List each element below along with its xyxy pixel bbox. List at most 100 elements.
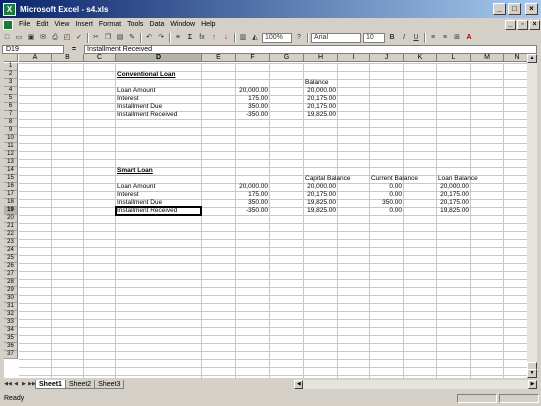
row-header-28[interactable]: 28 [4, 279, 18, 287]
bold-button[interactable]: B [387, 33, 397, 43]
column-header-k[interactable]: K [404, 54, 437, 62]
cell-d7[interactable]: Installment Received [116, 111, 202, 119]
scroll-down-icon[interactable]: ▼ [527, 369, 537, 378]
cell-j16[interactable]: 0.00 [370, 183, 404, 191]
tab-sheet1[interactable]: Sheet1 [35, 379, 66, 389]
align-left-icon[interactable]: ≡ [428, 33, 438, 43]
column-header-b[interactable]: B [52, 54, 84, 62]
doc-minimize-button[interactable]: _ [505, 19, 516, 30]
cell-l19[interactable]: 19,825.00 [437, 207, 471, 215]
menu-edit[interactable]: Edit [33, 21, 51, 28]
font-size-select[interactable]: 10 [363, 32, 385, 43]
row-header-9[interactable]: 9 [4, 127, 18, 135]
row-header-21[interactable]: 21 [4, 223, 18, 231]
cell-f6[interactable]: 350.00 [236, 103, 270, 111]
cell-h3[interactable]: Balance [304, 79, 372, 87]
cell-h17[interactable]: 20,175.00 [304, 191, 338, 199]
print-icon[interactable]: ⎙ [50, 33, 60, 43]
cell-f4[interactable]: 20,000.00 [236, 87, 270, 95]
column-header-m[interactable]: M [471, 54, 504, 62]
cell-d6[interactable]: Installment Due [116, 103, 202, 111]
cell-l16[interactable]: 20,000.00 [437, 183, 471, 191]
row-header-15[interactable]: 15 [4, 175, 18, 183]
redo-icon[interactable]: ↷ [156, 33, 166, 43]
row-header-2[interactable]: 2 [4, 71, 18, 79]
cell-h18[interactable]: 19,825.00 [304, 199, 338, 207]
save-icon[interactable]: ▣ [26, 33, 36, 43]
row-header-33[interactable]: 33 [4, 319, 18, 327]
menu-help[interactable]: Help [198, 21, 218, 28]
chart-wizard-icon[interactable]: ▥ [238, 33, 248, 43]
column-header-j[interactable]: J [370, 54, 404, 62]
undo-icon[interactable]: ↶ [144, 33, 154, 43]
column-header-l[interactable]: L [437, 54, 471, 62]
scroll-left-icon[interactable]: ◀ [294, 379, 304, 389]
borders-icon[interactable]: ⊞ [452, 33, 462, 43]
row-header-16[interactable]: 16 [4, 183, 18, 191]
function-icon[interactable]: fx [197, 33, 207, 43]
first-sheet-icon[interactable]: ◀◀ [4, 380, 12, 389]
column-header-g[interactable]: G [270, 54, 304, 62]
cell-l15[interactable]: Loan Balance [437, 175, 505, 183]
cell-d14[interactable]: Smart Loan [116, 167, 202, 175]
cell-h6[interactable]: 20,175.00 [304, 103, 338, 111]
row-header-23[interactable]: 23 [4, 239, 18, 247]
sort-descending-icon[interactable]: ↓ [221, 33, 231, 43]
row-header-17[interactable]: 17 [4, 191, 18, 199]
doc-close-button[interactable]: × [529, 19, 540, 30]
column-header-i[interactable]: I [338, 54, 370, 62]
row-header-20[interactable]: 20 [4, 215, 18, 223]
name-box[interactable]: D19 [2, 44, 64, 54]
column-header-d[interactable]: D [116, 54, 202, 62]
row-header-32[interactable]: 32 [4, 311, 18, 319]
hyperlink-icon[interactable]: ⚭ [173, 33, 183, 43]
row-header-35[interactable]: 35 [4, 335, 18, 343]
row-header-24[interactable]: 24 [4, 247, 18, 255]
autosum-icon[interactable]: Σ [185, 33, 195, 43]
row-header-18[interactable]: 18 [4, 199, 18, 207]
doc-restore-button[interactable]: ▫ [517, 19, 528, 30]
scroll-right-icon[interactable]: ▶ [528, 379, 537, 389]
close-button[interactable]: × [525, 3, 538, 15]
cell-h4[interactable]: 20,000.00 [304, 87, 338, 95]
row-header-36[interactable]: 36 [4, 343, 18, 351]
column-header-f[interactable]: F [236, 54, 270, 62]
column-header-n[interactable]: N [504, 54, 527, 62]
underline-button[interactable]: U [411, 33, 421, 43]
cell-f17[interactable]: 175.00 [236, 191, 270, 199]
menu-data[interactable]: Data [146, 21, 167, 28]
cell-l18[interactable]: 20,175.00 [437, 199, 471, 207]
spelling-icon[interactable]: ✓ [74, 33, 84, 43]
cell-j17[interactable]: 0.00 [370, 191, 404, 199]
cell-h7[interactable]: 19,825.00 [304, 111, 338, 119]
paste-icon[interactable]: ▤ [115, 33, 125, 43]
cell-f18[interactable]: 350.00 [236, 199, 270, 207]
row-header-10[interactable]: 10 [4, 135, 18, 143]
row-header-7[interactable]: 7 [4, 111, 18, 119]
row-header-29[interactable]: 29 [4, 287, 18, 295]
column-header-c[interactable]: C [84, 54, 116, 62]
tab-sheet2[interactable]: Sheet2 [64, 379, 96, 389]
row-header-1[interactable]: 1 [4, 63, 18, 71]
cell-f5[interactable]: 175.00 [236, 95, 270, 103]
cell-f16[interactable]: 20,000.00 [236, 183, 270, 191]
italic-button[interactable]: I [399, 33, 409, 43]
cut-icon[interactable]: ✂ [91, 33, 101, 43]
prev-sheet-icon[interactable]: ◀ [12, 380, 20, 389]
row-header-22[interactable]: 22 [4, 231, 18, 239]
menu-tools[interactable]: Tools [124, 21, 146, 28]
scroll-up-icon[interactable]: ▲ [527, 54, 537, 63]
open-icon[interactable]: ▭ [14, 33, 24, 43]
cell-d16[interactable]: Loan Amount [116, 183, 202, 191]
row-header-19[interactable]: 19 [4, 207, 18, 215]
copy-icon[interactable]: ❐ [103, 33, 113, 43]
row-header-4[interactable]: 4 [4, 87, 18, 95]
horizontal-scrollbar[interactable]: ◀ ▶ [294, 379, 537, 389]
new-icon[interactable]: □ [2, 33, 12, 43]
cell-j15[interactable]: Current Balance [370, 175, 438, 183]
align-center-icon[interactable]: ≡ [440, 33, 450, 43]
row-header-11[interactable]: 11 [4, 143, 18, 151]
menu-format[interactable]: Format [96, 21, 124, 28]
formula-input[interactable]: Installment Received [84, 44, 537, 54]
row-header-5[interactable]: 5 [4, 95, 18, 103]
